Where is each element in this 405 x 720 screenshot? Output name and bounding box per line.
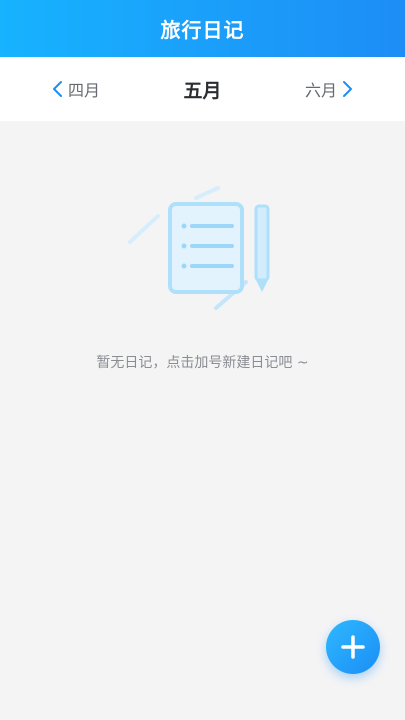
previous-month-label: 四月	[68, 81, 101, 100]
next-month-button[interactable]: 六月	[305, 57, 355, 121]
empty-state-message: 暂无日记，点击加号新建日记吧 ~	[96, 355, 309, 371]
app-header: 旅行日记	[0, 0, 405, 57]
add-diary-button[interactable]	[326, 620, 380, 674]
plus-icon	[341, 635, 365, 659]
current-month-label: 五月	[183, 79, 222, 102]
notebook-pen-icon	[128, 186, 270, 310]
previous-month-button[interactable]: 四月	[50, 57, 100, 121]
chevron-left-icon	[53, 81, 62, 97]
month-navigation-bar: 五月 四月 六月	[0, 57, 405, 121]
page-title: 旅行日记	[160, 18, 245, 42]
chevron-right-icon	[343, 81, 352, 97]
next-month-label: 六月	[304, 81, 337, 100]
